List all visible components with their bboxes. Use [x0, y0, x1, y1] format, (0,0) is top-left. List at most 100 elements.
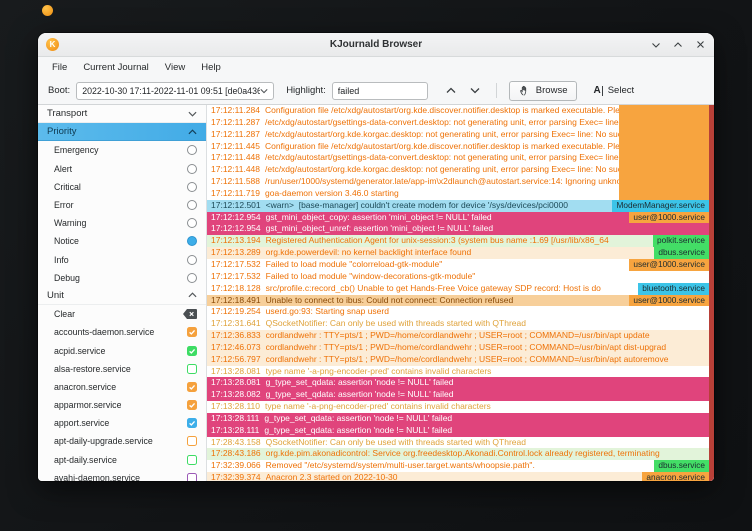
- priority-item-debug[interactable]: Debug: [38, 269, 206, 287]
- log-row[interactable]: 17:12:31.641 QSocketNotifier: Can only be…: [207, 318, 714, 330]
- priority-item-emergency[interactable]: Emergency: [38, 141, 206, 159]
- radio-button[interactable]: [187, 255, 197, 265]
- log-row[interactable]: 17:12:12.501<warn> [base-manager] couldn…: [207, 200, 714, 212]
- log-row[interactable]: 17:32:39.374Anacron 2.3 started on 2022-…: [207, 472, 714, 481]
- log-row[interactable]: 17:12:12.954gst_mini_object_copy: assert…: [207, 212, 714, 224]
- log-row[interactable]: 17:12:11.287/etc/xdg/autostart/org.kde.k…: [207, 129, 714, 141]
- log-timestamp: 17:12:36.833: [211, 330, 261, 342]
- highlight-input[interactable]: [332, 82, 428, 100]
- unit-checkbox[interactable]: [187, 327, 197, 337]
- radio-button[interactable]: [187, 164, 197, 174]
- unit-checkbox[interactable]: [187, 346, 197, 356]
- unit-checkbox[interactable]: [187, 473, 197, 481]
- section-unit[interactable]: Unit: [38, 287, 206, 305]
- unit-item-apparmor-service[interactable]: apparmor.service: [38, 396, 206, 414]
- next-match-button[interactable]: [466, 82, 484, 100]
- log-row[interactable]: 17:12:17.532Failed to load module "color…: [207, 259, 714, 271]
- log-message: /etc/xdg/autostart/org.kde.korgac.deskto…: [265, 164, 619, 176]
- select-button[interactable]: A Select: [583, 81, 644, 101]
- radio-button[interactable]: [187, 145, 197, 155]
- log-row[interactable]: 17:12:18.491Unable to connect to ibus: C…: [207, 295, 714, 307]
- unit-checkbox[interactable]: [187, 455, 197, 465]
- log-message: src/profile.c:record_cb() Unable to get …: [266, 283, 639, 295]
- hand-icon: [519, 84, 531, 97]
- log-message: g_type_set_qdata: assertion 'node != NUL…: [266, 389, 714, 401]
- log-row[interactable]: 17:12:11.588/run/user/1000/systemd/gener…: [207, 176, 714, 188]
- unit-item-acpid-service[interactable]: acpid.service: [38, 341, 206, 359]
- log-row[interactable]: 17:12:12.954gst_mini_object_unref: asser…: [207, 223, 714, 235]
- log-row[interactable]: 17:12:36.833cordlandwehr : TTY=pts/1 ; P…: [207, 330, 714, 342]
- log-row[interactable]: 17:12:19.254userd.go:93: Starting snap u…: [207, 306, 714, 318]
- priority-item-critical[interactable]: Critical: [38, 178, 206, 196]
- unit-label: apt-daily-upgrade.service: [54, 436, 153, 446]
- log-row[interactable]: 17:32:39.066Removed "/etc/systemd/system…: [207, 460, 714, 472]
- clear-units-button[interactable]: Clear: [38, 305, 206, 323]
- unit-item-apt-daily-service[interactable]: apt-daily.service: [38, 451, 206, 469]
- check-icon: [188, 328, 196, 336]
- menu-file[interactable]: File: [44, 62, 75, 73]
- unit-item-apt-daily-upgrade-service[interactable]: apt-daily-upgrade.service: [38, 432, 206, 450]
- maximize-button[interactable]: [672, 39, 684, 51]
- close-button[interactable]: [694, 39, 706, 51]
- section-priority[interactable]: Priority: [38, 123, 206, 141]
- log-row[interactable]: 17:12:11.284Configuration file /etc/xdg/…: [207, 105, 714, 117]
- unit-checkbox[interactable]: [187, 418, 197, 428]
- log-row[interactable]: 17:13:28.110type name '-a-png-encoder-pr…: [207, 401, 714, 413]
- radio-button[interactable]: [187, 182, 197, 192]
- chevron-up-icon: [673, 41, 683, 49]
- log-row[interactable]: 17:13:28.111g_type_set_qdata: assertion …: [207, 425, 714, 437]
- boot-combobox[interactable]: 2022-10-30 17:11-2022-11-01 09:51 [de0a4…: [76, 82, 274, 100]
- unit-label: apport.service: [54, 418, 109, 428]
- log-scrollbar[interactable]: [709, 105, 714, 481]
- log-row[interactable]: 17:13:28.081g_type_set_qdata: assertion …: [207, 377, 714, 389]
- unit-checkbox[interactable]: [187, 436, 197, 446]
- log-row[interactable]: 17:12:18.128src/profile.c:record_cb() Un…: [207, 283, 714, 295]
- priority-item-alert[interactable]: Alert: [38, 160, 206, 178]
- unit-item-apport-service[interactable]: apport.service: [38, 414, 206, 432]
- log-timestamp: 17:12:31.641: [211, 318, 261, 330]
- priority-item-notice[interactable]: Notice: [38, 232, 206, 250]
- log-row[interactable]: 17:12:13.194Registered Authentication Ag…: [207, 235, 714, 247]
- minimize-button[interactable]: [650, 39, 662, 51]
- log-row[interactable]: 17:13:28.081type name '-a-png-encoder-pr…: [207, 366, 714, 378]
- log-message: Configuration file /etc/xdg/autostart/or…: [265, 105, 619, 117]
- log-row[interactable]: 17:28:43.158QSocketNotifier: Can only be…: [207, 437, 714, 449]
- unit-checkbox[interactable]: [187, 382, 197, 392]
- unit-item-avahi-daemon-service[interactable]: avahi-daemon.service: [38, 469, 206, 481]
- radio-button[interactable]: [187, 200, 197, 210]
- log-row[interactable]: 17:12:13.289org.kde.powerdevil: no kerne…: [207, 247, 714, 259]
- log-row[interactable]: 17:12:46.073cordlandwehr : TTY=pts/1 ; P…: [207, 342, 714, 354]
- log-message: QSocketNotifier: Can only be used with t…: [266, 318, 714, 330]
- log-row[interactable]: 17:12:11.445Configuration file /etc/xdg/…: [207, 141, 714, 153]
- radio-button[interactable]: [187, 218, 197, 228]
- priority-item-error[interactable]: Error: [38, 196, 206, 214]
- browse-button[interactable]: Browse: [509, 81, 578, 101]
- unit-item-alsa-restore-service[interactable]: alsa-restore.service: [38, 360, 206, 378]
- unit-checkbox[interactable]: [187, 364, 197, 374]
- log-row[interactable]: 17:12:11.719goa-daemon version 3.46.0 st…: [207, 188, 714, 200]
- log-row[interactable]: 17:12:11.448/etc/xdg/autostart/gsettings…: [207, 152, 714, 164]
- unit-checkbox[interactable]: [187, 400, 197, 410]
- log-row[interactable]: 17:12:11.448/etc/xdg/autostart/org.kde.k…: [207, 164, 714, 176]
- log-message: userd.go:93: Starting snap userd: [266, 306, 714, 318]
- previous-match-button[interactable]: [442, 82, 460, 100]
- log-row[interactable]: 17:12:11.287/etc/xdg/autostart/gsettings…: [207, 117, 714, 129]
- radio-button[interactable]: [187, 273, 197, 283]
- log-row[interactable]: 17:12:17.532Failed to load module "windo…: [207, 271, 714, 283]
- menu-view[interactable]: View: [157, 62, 193, 73]
- backspace-icon: [183, 309, 197, 319]
- log-row[interactable]: 17:13:28.082g_type_set_qdata: assertion …: [207, 389, 714, 401]
- menu-help[interactable]: Help: [193, 62, 229, 73]
- section-transport[interactable]: Transport: [38, 105, 206, 123]
- priority-item-warning[interactable]: Warning: [38, 214, 206, 232]
- chevron-down-icon: [188, 111, 197, 117]
- priority-item-info[interactable]: Info: [38, 251, 206, 269]
- titlebar[interactable]: K KJournald Browser: [38, 33, 714, 57]
- log-row[interactable]: 17:28:43.186org.kde.pim.akonadicontrol: …: [207, 448, 714, 460]
- log-row[interactable]: 17:13:28.111g_type_set_qdata: assertion …: [207, 413, 714, 425]
- log-row[interactable]: 17:12:56.797cordlandwehr : TTY=pts/1 ; P…: [207, 354, 714, 366]
- menu-current-journal[interactable]: Current Journal: [75, 62, 156, 73]
- unit-item-accounts-daemon-service[interactable]: accounts-daemon.service: [38, 323, 206, 341]
- radio-button[interactable]: [187, 236, 197, 246]
- unit-item-anacron-service[interactable]: anacron.service: [38, 378, 206, 396]
